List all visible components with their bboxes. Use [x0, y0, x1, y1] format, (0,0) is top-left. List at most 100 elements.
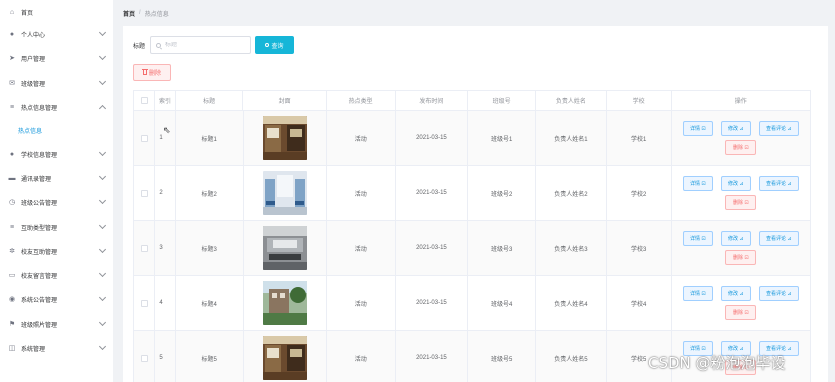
row-type: 活动 [327, 166, 396, 220]
chevron-down-icon [98, 28, 107, 37]
sidebar-item-class-notices[interactable]: ◷ 班级公告管理 [0, 190, 113, 214]
delete-button[interactable]: 删除 ⊡ [725, 195, 757, 210]
chevron-down-icon [98, 342, 107, 351]
sidebar-item-schools[interactable]: ● 学校信息管理 [0, 142, 113, 166]
clock-icon: ◷ [8, 198, 16, 206]
sidebar-item-system[interactable]: ◫ 系统管理 [0, 336, 113, 360]
sidebar-subitem-hotspot-info[interactable]: 热点信息 [0, 119, 113, 141]
row-index: 3 [155, 221, 176, 275]
sidebar: ⌂ 首页 ● 个人中心 ➤ 用户管理 ✉ 班级管理 ≡ 热点信息管理 热点信息 … [0, 0, 113, 382]
row-type: 活动 [327, 331, 396, 382]
sidebar-item-label: 班级公告管理 [21, 200, 58, 207]
breadcrumb-home[interactable]: 首页 [123, 9, 135, 18]
sidebar-item-system-notices[interactable]: ◉ 系统公告管理 [0, 287, 113, 311]
main-panel: 标题 查询 删除 索引 标题 封面 热点类型 发布时间 班级号 负责人姓名 学校… [123, 26, 828, 382]
row-checkbox[interactable] [140, 189, 148, 197]
chevron-down-icon [98, 269, 107, 278]
view-comments-button[interactable]: 查看评论 ⊿ [758, 121, 799, 136]
row-school: 学校2 [607, 166, 672, 220]
edit-button[interactable]: 修改 ⊿ [720, 231, 751, 246]
row-school: 学校4 [607, 276, 672, 330]
row-checkbox[interactable] [140, 299, 148, 307]
sidebar-item-alumni-messages[interactable]: ▭ 校友留言管理 [0, 263, 113, 287]
row-checkbox[interactable] [140, 244, 148, 252]
edit-button[interactable]: 修改 ⊿ [720, 176, 751, 191]
mouse-cursor-icon: ⇖ [163, 125, 171, 135]
sidebar-item-class-photos[interactable]: ⚑ 班级照片管理 [0, 312, 113, 336]
sidebar-item-label: 用户管理 [21, 56, 46, 63]
row-time: 2021-03-15 [396, 166, 469, 220]
user-icon: ● [9, 30, 15, 38]
delete-button[interactable]: 删除 ⊡ [725, 250, 757, 265]
view-comments-button[interactable]: 查看评论 ⊿ [758, 231, 799, 246]
folder-icon: ▬ [8, 174, 16, 182]
header-index: 索引 [155, 91, 176, 110]
row-checkbox[interactable] [140, 134, 148, 142]
row-time: 2021-03-15 [396, 111, 469, 165]
view-comments-button[interactable]: 查看评论 ⊿ [758, 286, 799, 301]
table-row: 2 标题2 活动 2021-03-15 班级号2 负责人姓名2 学校2 详情 ⊡… [134, 166, 810, 221]
header-owner: 负责人姓名 [536, 91, 607, 110]
breadcrumb: 首页 / 热点信息 [123, 8, 169, 18]
chevron-down-icon [98, 77, 107, 86]
sidebar-item-users[interactable]: ➤ 用户管理 [0, 46, 113, 70]
sidebar-item-profile[interactable]: ● 个人中心 [0, 22, 113, 46]
row-type: 活动 [327, 276, 396, 330]
cover-image[interactable] [262, 171, 307, 215]
home-icon: ⌂ [9, 8, 15, 16]
cube-icon: ◫ [8, 344, 16, 352]
detail-button[interactable]: 详情 ⊡ [682, 176, 713, 191]
table-header: 索引 标题 封面 热点类型 发布时间 班级号 负责人姓名 学校 操作 [134, 91, 810, 111]
header-type: 热点类型 [327, 91, 396, 110]
cover-image[interactable] [262, 336, 307, 380]
search-button[interactable]: 查询 [255, 36, 294, 54]
cover-image[interactable] [262, 116, 307, 160]
chevron-down-icon [98, 172, 107, 181]
sidebar-item-help-types[interactable]: ≡ 互助类型管理 [0, 215, 113, 239]
row-type: 活动 [327, 111, 396, 165]
sidebar-item-label: 通讯录管理 [21, 176, 52, 183]
search-input[interactable] [165, 42, 245, 48]
row-owner: 负责人姓名3 [536, 221, 607, 275]
row-title: 标题5 [176, 331, 244, 382]
sidebar-item-hotspot-management[interactable]: ≡ 热点信息管理 [0, 95, 113, 119]
row-class-no: 班级号5 [468, 331, 537, 382]
watermark: CSDN @粉泡泡毕设 [648, 354, 786, 372]
sidebar-item-home[interactable]: ⌂ 首页 [0, 0, 113, 24]
row-class-no: 班级号1 [468, 111, 537, 165]
breadcrumb-separator: / [139, 10, 141, 16]
sidebar-subitem-label: 热点信息 [18, 128, 43, 135]
delete-button[interactable]: 删除 ⊡ [725, 305, 757, 320]
view-comments-button[interactable]: 查看评论 ⊿ [758, 176, 799, 191]
detail-button[interactable]: 详情 ⊡ [682, 121, 713, 136]
cover-image[interactable] [262, 226, 307, 270]
sidebar-item-contacts[interactable]: ▬ 通讯录管理 [0, 166, 113, 190]
detail-button[interactable]: 详情 ⊡ [682, 231, 713, 246]
row-owner: 负责人姓名1 [536, 111, 607, 165]
row-school: 学校1 [607, 111, 672, 165]
delete-button[interactable]: 删除 ⊡ [725, 140, 757, 155]
sidebar-item-label: 校友互助管理 [21, 249, 58, 256]
cover-image[interactable] [262, 281, 307, 325]
sidebar-item-alumni-help[interactable]: ✲ 校友互助管理 [0, 239, 113, 263]
row-title: 标题1 [176, 111, 244, 165]
sidebar-item-label: 系统公告管理 [21, 297, 58, 304]
row-index: 5 [155, 331, 176, 382]
header-class-no: 班级号 [468, 91, 536, 110]
edit-button[interactable]: 修改 ⊿ [720, 286, 751, 301]
select-all-checkbox[interactable] [140, 97, 148, 104]
menu-icon: ≡ [9, 223, 15, 231]
row-class-no: 班级号4 [468, 276, 537, 330]
bulk-delete-button[interactable]: 删除 [133, 64, 171, 81]
row-school: 学校3 [607, 221, 672, 275]
header-select-all [134, 91, 156, 110]
search-label: 标题 [133, 44, 146, 50]
search-field[interactable] [150, 36, 251, 54]
sidebar-item-classes[interactable]: ✉ 班级管理 [0, 71, 113, 95]
bulk-delete-label: 删除 [148, 71, 161, 77]
edit-button[interactable]: 修改 ⊿ [720, 121, 751, 136]
row-checkbox[interactable] [140, 354, 148, 362]
sidebar-item-label: 校友留言管理 [21, 273, 58, 280]
detail-button[interactable]: 详情 ⊡ [682, 286, 713, 301]
menu-icon: ≡ [9, 103, 15, 111]
